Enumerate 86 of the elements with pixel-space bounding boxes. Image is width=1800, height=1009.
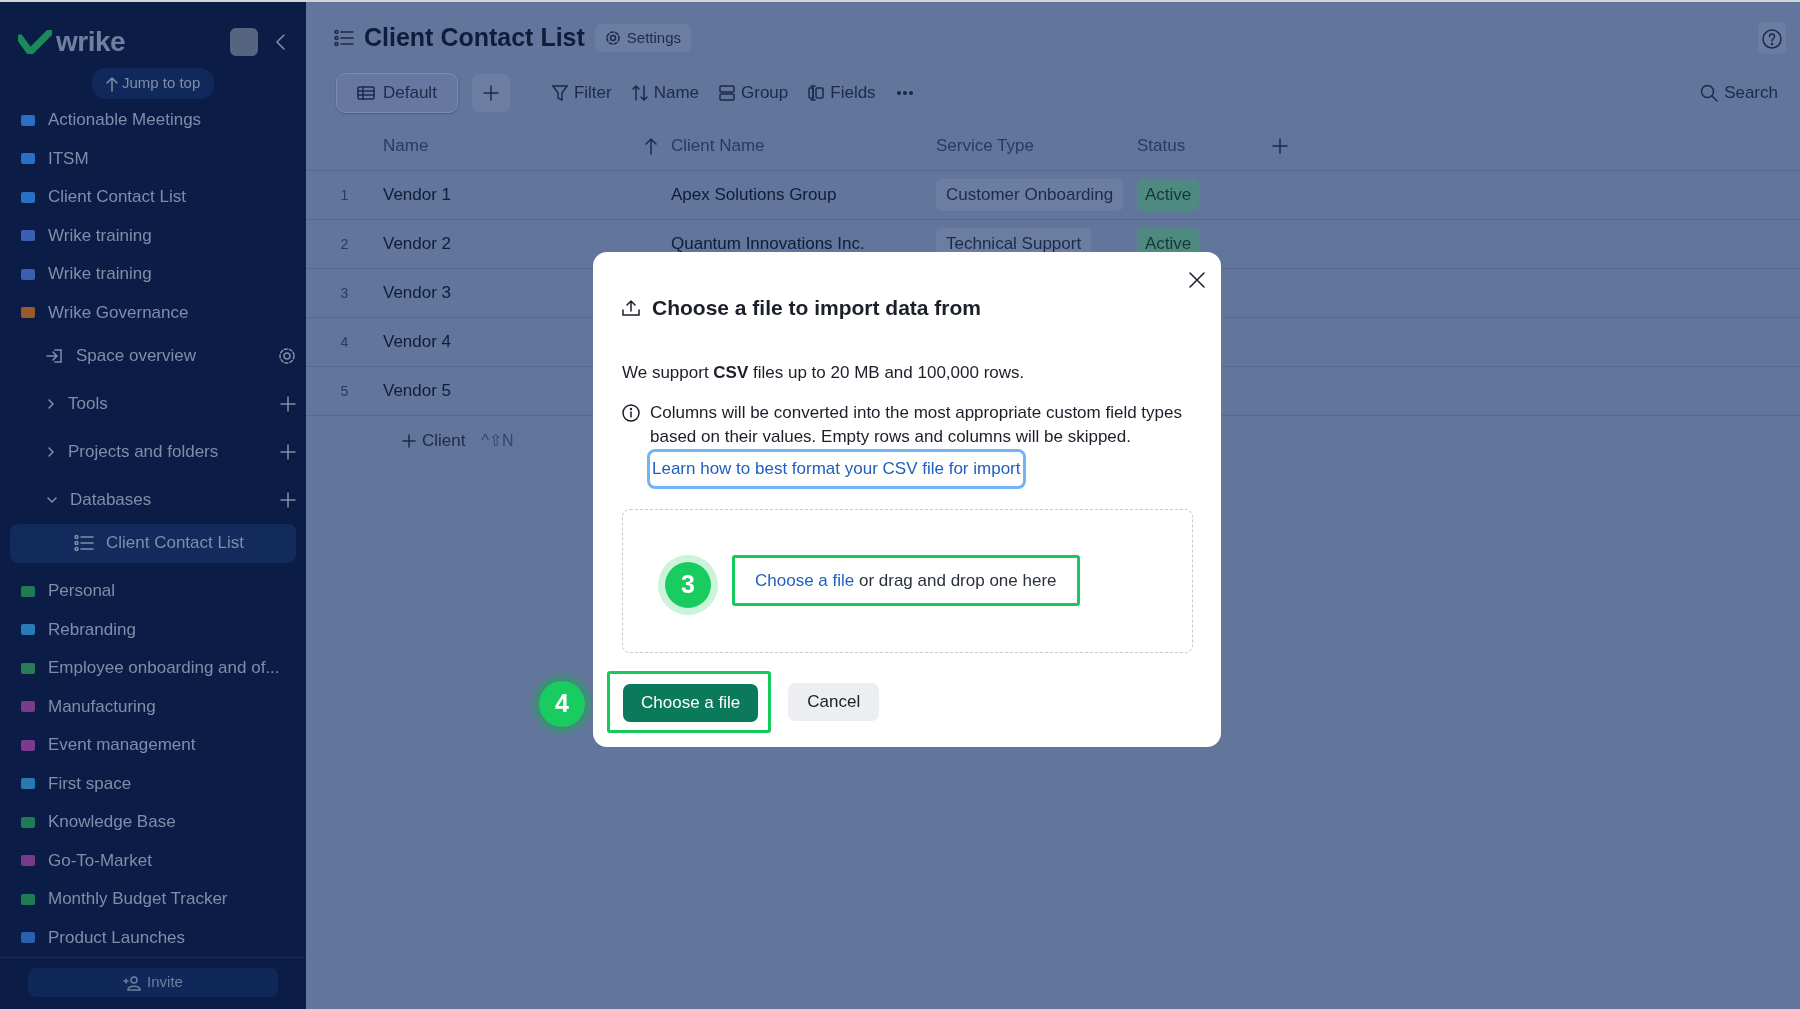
sidebar-item[interactable]: Wrike training xyxy=(10,254,296,293)
sidebar-item[interactable]: Space overview xyxy=(10,331,296,380)
row-number: 2 xyxy=(306,220,383,269)
sidebar-item[interactable]: ITSM xyxy=(10,139,296,178)
user-avatar[interactable] xyxy=(230,28,258,56)
logo-wordmark: wrike xyxy=(56,25,126,59)
sidebar-item[interactable]: Client Contact List xyxy=(10,177,296,216)
service-tag: Customer Onboarding xyxy=(936,179,1124,211)
add-person-icon xyxy=(123,974,142,991)
row-number: 3 xyxy=(306,269,383,318)
jump-to-top-button[interactable]: Jump to top xyxy=(91,68,215,99)
sidebar-item[interactable]: Tools xyxy=(10,379,296,428)
settings-icon xyxy=(278,346,296,365)
sidebar-item[interactable]: Client Contact List xyxy=(10,523,296,563)
add-view-button[interactable] xyxy=(471,74,510,112)
checkmark-logo-icon xyxy=(18,30,52,54)
upload-icon xyxy=(622,298,640,317)
table-cell: Apex Solutions Group xyxy=(671,171,936,220)
sidebar-item[interactable]: Rebranding xyxy=(10,610,296,649)
help-link[interactable]: Learn how to best format your CSV file for import xyxy=(647,449,1026,489)
list-icon xyxy=(74,534,94,552)
dialog-title: Choose a file to import data from xyxy=(652,295,982,321)
settings-icon xyxy=(604,30,621,46)
sidebar-item[interactable]: Personal xyxy=(10,571,296,610)
plus-icon xyxy=(482,85,499,101)
plus-icon xyxy=(280,443,296,460)
sidebar-item[interactable]: Product Launches xyxy=(10,918,296,957)
group-icon xyxy=(719,85,735,101)
step-marker: 4 xyxy=(532,674,592,734)
sidebar-item[interactable]: Knowledge Base xyxy=(10,802,296,841)
sidebar-item[interactable]: Wrike training xyxy=(10,216,296,255)
filter-icon xyxy=(551,85,568,101)
settings-button[interactable]: Settings xyxy=(594,23,692,53)
plus-icon xyxy=(1272,138,1288,154)
enter-arrow-icon xyxy=(46,347,64,364)
cancel-button[interactable]: Cancel xyxy=(788,682,880,721)
sidebar-item[interactable]: Manufacturing xyxy=(10,687,296,726)
sort-button[interactable]: Name xyxy=(623,76,707,110)
row-number: 1 xyxy=(306,171,383,220)
help-icon xyxy=(1761,27,1783,50)
sidebar-item[interactable]: First space xyxy=(10,764,296,803)
note-text: Columns will be converted into the most appropriate custom field types based on their values. Empty rows and columns will be skipped. xyxy=(650,402,1183,448)
sidebar-item[interactable]: Actionable Meetings xyxy=(10,100,296,139)
more-dots-icon xyxy=(895,90,914,96)
search-button[interactable]: Search xyxy=(1692,76,1786,110)
up-arrow-icon xyxy=(105,76,118,93)
info-icon xyxy=(622,404,640,422)
sidebar-item[interactable]: Databases xyxy=(10,475,296,524)
column-header: Status xyxy=(1137,122,1272,171)
collapse-chevron-icon xyxy=(274,33,286,51)
column-header: Name xyxy=(383,122,645,171)
column-header: Client Name xyxy=(671,122,936,171)
add-column-button[interactable] xyxy=(1272,138,1288,154)
help-button[interactable] xyxy=(1758,22,1786,54)
filter-button[interactable]: Filter xyxy=(543,76,620,110)
choose-file-link[interactable]: Choose a file xyxy=(755,570,855,590)
plus-icon xyxy=(402,433,416,448)
sidebar-item[interactable]: Event management xyxy=(10,725,296,764)
sidebar-item[interactable]: Monthly Budget Tracker xyxy=(10,879,296,918)
list-icon xyxy=(334,29,354,47)
table-icon xyxy=(357,86,375,100)
status-badge: Active xyxy=(1137,179,1200,211)
plus-icon xyxy=(280,395,296,412)
view-tab[interactable]: Default xyxy=(336,73,458,113)
search-icon xyxy=(1700,84,1719,102)
sidebar-item[interactable]: Projects and folders xyxy=(10,427,296,476)
fields-button[interactable]: Fields xyxy=(800,76,884,110)
table-cell: Vendor 1 xyxy=(383,171,645,220)
row-number: 5 xyxy=(306,367,383,416)
invite-button[interactable]: Invite xyxy=(28,968,278,997)
row-number: 4 xyxy=(306,318,383,367)
columns-icon xyxy=(808,85,825,101)
sidebar-item[interactable]: Go-To-Market xyxy=(10,841,296,880)
group-button[interactable]: Group xyxy=(711,76,797,110)
file-drop-field[interactable]: Choose a file or drag and drop one here xyxy=(732,554,1080,607)
sort-arrows-icon xyxy=(631,85,648,101)
add-client-button[interactable]: Client xyxy=(402,428,466,454)
sort-up-arrow-icon xyxy=(645,137,657,155)
choose-file-button[interactable]: Choose a file xyxy=(623,683,759,722)
column-header: Service Type xyxy=(936,122,1137,171)
page-title: Client Contact List xyxy=(364,22,585,54)
sidebar-item[interactable]: Employee onboarding and of... xyxy=(10,648,296,687)
close-icon xyxy=(1189,271,1205,288)
step-marker: 3 xyxy=(658,555,718,615)
sidebar-item[interactable]: Wrike Governance xyxy=(10,293,296,332)
plus-icon xyxy=(280,491,296,508)
